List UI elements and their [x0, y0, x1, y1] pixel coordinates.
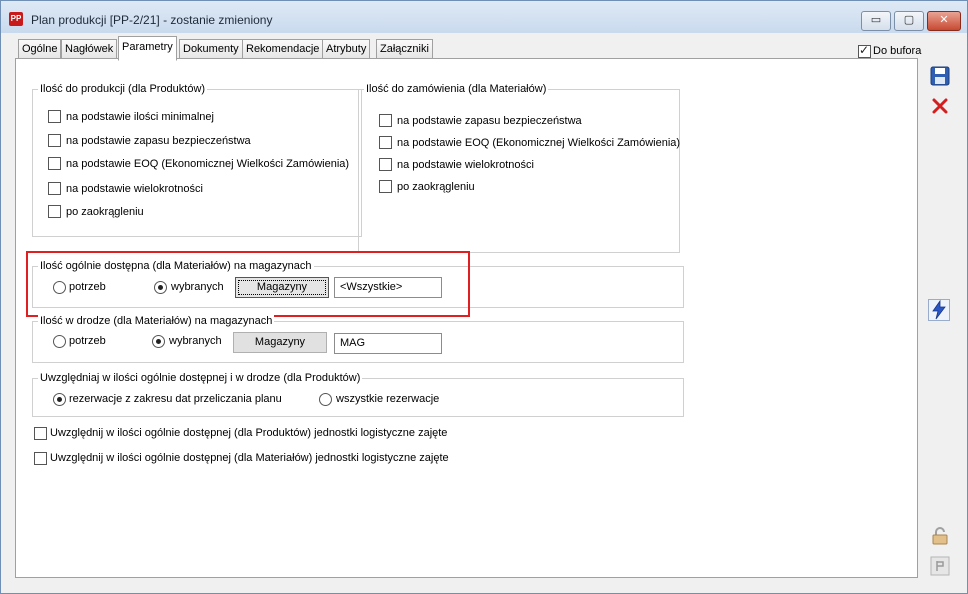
group-legend: Uwzględniaj w ilości ogólnie dostępnej i…: [38, 372, 363, 384]
close-button[interactable]: ✕: [927, 11, 961, 31]
checkbox-zam-zapas-bezpieczenstwa[interactable]: [379, 114, 392, 127]
radio-label: wybranych: [169, 335, 222, 347]
magazyny-drodze-field[interactable]: MAG: [334, 333, 442, 354]
group-legend: Ilość do zamówienia (dla Materiałów): [364, 83, 549, 95]
checkbox-ilosc-minimalna[interactable]: [48, 110, 61, 123]
maximize-button[interactable]: ▢: [894, 11, 924, 31]
pin-icon[interactable]: [930, 556, 950, 576]
checkbox-zam-eoq[interactable]: [379, 136, 392, 149]
window: PP Plan produkcji [PP-2/21] - zostanie z…: [0, 0, 968, 594]
checkbox-label: na podstawie zapasu bezpieczeństwa: [66, 135, 251, 147]
checkbox-zam-zaokraglenie[interactable]: [379, 180, 392, 193]
checkbox-label: na podstawie wielokrotności: [66, 183, 203, 195]
save-icon[interactable]: [930, 66, 950, 86]
radio-wszystkie-rezerwacje[interactable]: [319, 393, 332, 406]
content-area: Ogólne Nagłówek Parametry Dokumenty Reko…: [7, 33, 961, 587]
checkbox-label: na podstawie ilości minimalnej: [66, 111, 214, 123]
radio-label: potrzeb: [69, 335, 106, 347]
checkbox-label: na podstawie wielokrotności: [397, 159, 534, 171]
minimize-button[interactable]: ▭: [861, 11, 891, 31]
radio-rezerwacje-zakres[interactable]: [53, 393, 66, 406]
do-bufora-label: Do bufora: [873, 45, 922, 57]
checkbox-label: po zaokrągleniu: [66, 206, 144, 218]
checkbox-label: po zaokrągleniu: [397, 181, 475, 193]
radio-label: rezerwacje z zakresu dat przeliczania pl…: [69, 393, 282, 405]
checkbox-zaokraglenie[interactable]: [48, 205, 61, 218]
checkbox-label: na podstawie EOQ (Ekonomicznej Wielkości…: [397, 137, 681, 149]
checkbox-label: na podstawie zapasu bezpieczeństwa: [397, 115, 582, 127]
tab-naglowek[interactable]: Nagłówek: [61, 39, 118, 59]
radio-drodze-potrzeb[interactable]: [53, 335, 66, 348]
checkbox-wielokrotnosc[interactable]: [48, 182, 61, 195]
checkbox-zapas-bezpieczenstwa[interactable]: [48, 134, 61, 147]
checkbox-jednostki-materialow[interactable]: [34, 452, 47, 465]
lightning-icon[interactable]: [928, 299, 950, 321]
checkbox-zam-wielokrotnosc[interactable]: [379, 158, 392, 171]
magazyny-drodze-button[interactable]: Magazyny: [233, 332, 327, 353]
checkbox-label: na podstawie EOQ (Ekonomicznej Wielkości…: [66, 158, 350, 170]
tab-dokumenty[interactable]: Dokumenty: [179, 39, 243, 59]
group-ilosc-do-zamowienia: [358, 89, 680, 253]
parameters-panel: Ilość do produkcji (dla Produktów) na po…: [15, 58, 918, 578]
lock-icon[interactable]: [930, 526, 950, 546]
tab-parametry[interactable]: Parametry: [118, 36, 177, 61]
app-icon: PP: [9, 12, 23, 26]
checkbox-label: Uwzględnij w ilości ogólnie dostępnej (d…: [50, 427, 448, 439]
tab-zalaczniki[interactable]: Załączniki: [376, 39, 433, 59]
highlight-box: [26, 251, 470, 317]
radio-drodze-wybranych[interactable]: [152, 335, 165, 348]
tab-atrybuty[interactable]: Atrybuty: [322, 39, 371, 59]
radio-label: wszystkie rezerwacje: [336, 393, 440, 405]
tab-rekomendacje[interactable]: Rekomendacje: [242, 39, 324, 59]
group-legend: Ilość w drodze (dla Materiałów) na magaz…: [38, 315, 275, 327]
group-legend: Ilość do produkcji (dla Produktów): [38, 83, 208, 95]
title-bar: PP Plan produkcji [PP-2/21] - zostanie z…: [1, 1, 967, 33]
tab-ogolne[interactable]: Ogólne: [18, 39, 62, 59]
checkbox-eoq[interactable]: [48, 157, 61, 170]
window-title: Plan produkcji [PP-2/21] - zostanie zmie…: [31, 13, 273, 27]
delete-icon[interactable]: [930, 96, 950, 116]
checkbox-jednostki-produktow[interactable]: [34, 427, 47, 440]
do-bufora-checkbox[interactable]: [858, 43, 871, 58]
checkbox-label: Uwzględnij w ilości ogólnie dostępnej (d…: [50, 452, 449, 464]
